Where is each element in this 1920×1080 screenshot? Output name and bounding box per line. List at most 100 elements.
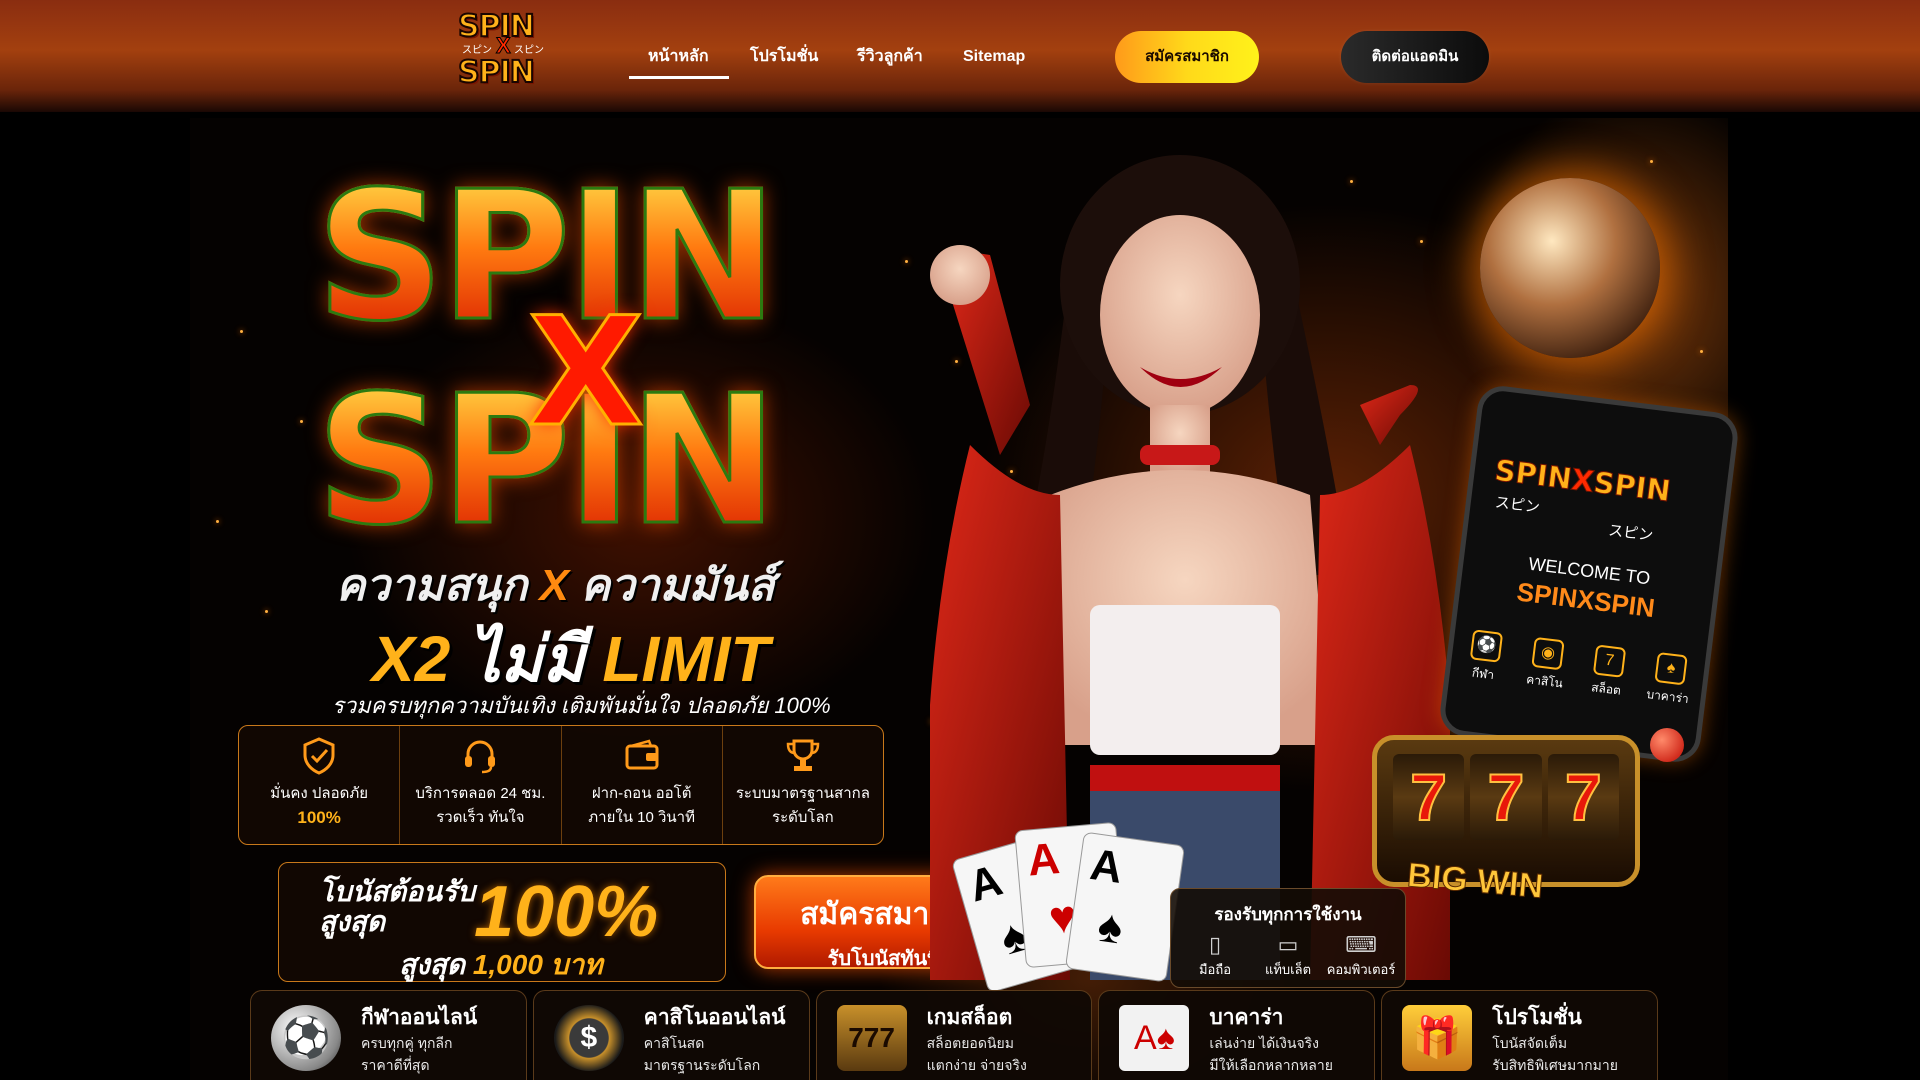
phone-mockup: SPINXSPIN スピン スピン WELCOME TO SPINXSPIN ⚽… xyxy=(1437,383,1741,765)
soccer-icon: ⚽ xyxy=(1469,629,1504,663)
nav-sitemap[interactable]: Sitemap xyxy=(963,48,1025,66)
trophy-icon xyxy=(783,736,823,776)
phone-brand-a: SPIN xyxy=(1492,452,1574,497)
slot-reel-1: 7 xyxy=(1393,754,1465,840)
category-casino[interactable]: $ คาสิโนออนไลน์ คาสิโนสด มาตรฐานระดับโลก xyxy=(532,990,810,1080)
tagline-limit: LIMIT xyxy=(602,623,770,695)
cards-icon: ♠ xyxy=(1654,651,1688,686)
feature-standard: ระบบมาตรฐานสากล ระดับโลก xyxy=(723,726,883,844)
laptop-icon: ⌨ xyxy=(1345,932,1377,957)
bonus-max: สูงสุด 1,000 บาท xyxy=(399,943,603,987)
category-casino-line2: มาตรฐานระดับโลก xyxy=(643,1057,761,1073)
phone-menu: ⚽ กีฬา ◉ คาสิโน 7 สล็อต ♠ บาคาร่า xyxy=(1459,628,1696,709)
bonus-max-amount: 1,000 บาท xyxy=(472,949,603,980)
feature-secure-line1: มั่นคง ปลอดภัย xyxy=(270,785,369,802)
device-computer-label: คอมพิวเตอร์ xyxy=(1326,962,1396,977)
slot-reels: 7 7 7 xyxy=(1393,754,1619,840)
tagline-x: X xyxy=(539,561,569,610)
category-promotion-title: โปรโมชั่น xyxy=(1492,1006,1582,1029)
tagline-x2: X2 xyxy=(372,623,451,695)
category-slot-line1: สล็อตยอดนิยม xyxy=(926,1035,1014,1051)
category-promotion[interactable]: 🎁 โปรโมชั่น โบนัสจัดเต็ม รับสิทธิพิเศษมา… xyxy=(1381,990,1658,1080)
tagline-fun: ความสนุก xyxy=(336,561,528,610)
device-mobile: ▯ มือถือ xyxy=(1179,931,1251,980)
category-casino-title: คาสิโนออนไลน์ xyxy=(643,1006,786,1029)
phone-brand-b: SPIN xyxy=(1591,465,1673,509)
headset-icon xyxy=(460,736,500,776)
category-sports-title: กีฬาออนไลน์ xyxy=(361,1006,478,1029)
phone-kana-right: スピン xyxy=(1607,522,1655,545)
logo-text-bottom: SPIN xyxy=(457,55,536,90)
wallet-icon xyxy=(622,736,662,776)
slot-lever-knob xyxy=(1650,728,1684,762)
nav-active-indicator xyxy=(629,76,729,79)
phone-menu-slot: 7 สล็อต xyxy=(1582,643,1634,701)
soccer-ball-icon: ⚽ xyxy=(271,1005,341,1071)
gift-box-icon: 🎁 xyxy=(1402,1005,1473,1071)
category-sports-line1: ครบทุกคู่ ทุกลีก xyxy=(361,1035,453,1051)
category-baccarat-line2: มีให้เลือกหลากหลาย xyxy=(1209,1057,1333,1073)
category-sports-line2: ราคาดีที่สุด xyxy=(361,1057,430,1073)
device-tablet-label: แท็บเล็ต xyxy=(1264,962,1312,977)
feature-support-line2: รวดเร็ว ทันใจ xyxy=(436,809,525,826)
logo-x: X xyxy=(496,33,512,58)
feature-support-line1: บริการตลอด 24 ชม. xyxy=(415,785,546,802)
slot-reel-2: 7 xyxy=(1470,754,1542,840)
nav-reviews[interactable]: รีวิวลูกค้า xyxy=(857,44,923,69)
category-sports[interactable]: ⚽ กีฬาออนไลน์ ครบทุกคู่ ทุกลีก ราคาดีที่… xyxy=(250,990,527,1080)
nav-promotions[interactable]: โปรโมชั่น xyxy=(750,44,818,69)
bonus-max-prefix: สูงสุด xyxy=(399,949,466,980)
phone-menu-sports: ⚽ กีฬา xyxy=(1459,628,1511,686)
device-support-box: รองรับทุกการใช้งาน ▯ มือถือ ▭ แท็บเล็ต ⌨ คอ… xyxy=(1170,888,1406,988)
device-mobile-label: มือถือ xyxy=(1198,962,1232,977)
category-casino-line1: คาสิโนสด xyxy=(643,1035,705,1051)
casino-chip-icon: $ xyxy=(553,1005,624,1071)
contact-admin-button[interactable]: ติดต่อแอดมิน xyxy=(1341,31,1489,83)
chip-icon: ◉ xyxy=(1531,636,1565,671)
feature-standard-line2: ระดับโลก xyxy=(772,809,834,826)
logo-middle: スピン X スピン xyxy=(458,34,548,58)
feature-secure-line2: 100% xyxy=(297,808,341,827)
slot-icon: 7 xyxy=(1592,644,1627,678)
device-tablet: ▭ แท็บเล็ต xyxy=(1252,931,1324,980)
soccer-ball-graphic xyxy=(1480,178,1660,358)
hero-title-x: X xyxy=(527,286,646,460)
category-baccarat[interactable]: A♠ บาคาร่า เล่นง่าย ได้เงินจริง มีให้เลื… xyxy=(1098,990,1376,1080)
logo-kana-left: スピン xyxy=(462,45,492,56)
card-ace-spades: A ♠ xyxy=(1064,831,1186,983)
welcome-bonus-box: โบนัสต้อนรับ สูงสุด 100% สูงสุด 1,000 บา… xyxy=(278,862,726,982)
mobile-icon: ▯ xyxy=(1208,932,1222,957)
feature-deposit-line1: ฝาก-ถอน ออโต้ xyxy=(591,785,692,802)
category-promotion-line1: โบนัสจัดเต็ม xyxy=(1492,1035,1568,1051)
phone-menu-baccarat: ♠ บาคาร่า xyxy=(1644,651,1696,709)
playing-cards-icon: A♠ xyxy=(1119,1005,1190,1071)
hero-tagline-3: รวมครบทุกความบันเทิง เติมพันมั่นใจ ปลอดภ… xyxy=(332,693,831,718)
phone-menu-baccarat-label: บาคาร่า xyxy=(1645,686,1690,707)
nav-home[interactable]: หน้าหลัก xyxy=(648,44,709,69)
top-navigation-bar: SPIN スピン X スピン SPIN หน้าหลัก โปรโมชั่น ร… xyxy=(0,0,1920,112)
device-computer: ⌨ คอมพิวเตอร์ xyxy=(1325,931,1397,980)
bonus-label: โบนัสต้อนรับ สูงสุด xyxy=(319,876,475,937)
tablet-icon: ▭ xyxy=(1277,932,1299,957)
feature-support: บริการตลอด 24 ชม. รวดเร็ว ทันใจ xyxy=(400,726,562,844)
feature-deposit: ฝาก-ถอน ออโต้ ภายใน 10 วินาที xyxy=(562,726,723,844)
phone-menu-casino-label: คาสิโน xyxy=(1525,672,1564,691)
shield-check-icon xyxy=(299,736,339,776)
category-baccarat-line1: เล่นง่าย ได้เงินจริง xyxy=(1209,1035,1319,1051)
category-slot-line2: แตกง่าย จ่ายจริง xyxy=(926,1057,1027,1073)
device-support-title: รองรับทุกการใช้งาน xyxy=(1214,905,1362,924)
category-bar: ⚽ กีฬาออนไลน์ ครบทุกคู่ ทุกลีก ราคาดีที่… xyxy=(250,990,1658,1080)
category-promotion-line2: รับสิทธิพิเศษมากมาย xyxy=(1492,1057,1618,1073)
phone-kana-left: スピン xyxy=(1493,494,1541,517)
phone-menu-slot-label: สล็อต xyxy=(1590,680,1622,698)
site-logo[interactable]: SPIN スピン X スピン SPIN xyxy=(457,11,548,92)
category-slot-title: เกมสล็อต xyxy=(926,1006,1013,1029)
logo-kana-right: スピン xyxy=(514,45,544,56)
category-slot[interactable]: 777 เกมสล็อต สล็อตยอดนิยม แตกง่าย จ่ายจร… xyxy=(815,990,1093,1080)
feature-secure: มั่นคง ปลอดภัย 100% xyxy=(239,726,401,844)
feature-deposit-line2: ภายใน 10 วินาที xyxy=(588,809,695,826)
register-button[interactable]: สมัครสมาชิก xyxy=(1115,31,1259,83)
slot-reel-3: 7 xyxy=(1547,754,1619,840)
tagline-thrill: ความมันส์ xyxy=(580,561,775,610)
phone-menu-sports-label: กีฬา xyxy=(1471,665,1495,683)
